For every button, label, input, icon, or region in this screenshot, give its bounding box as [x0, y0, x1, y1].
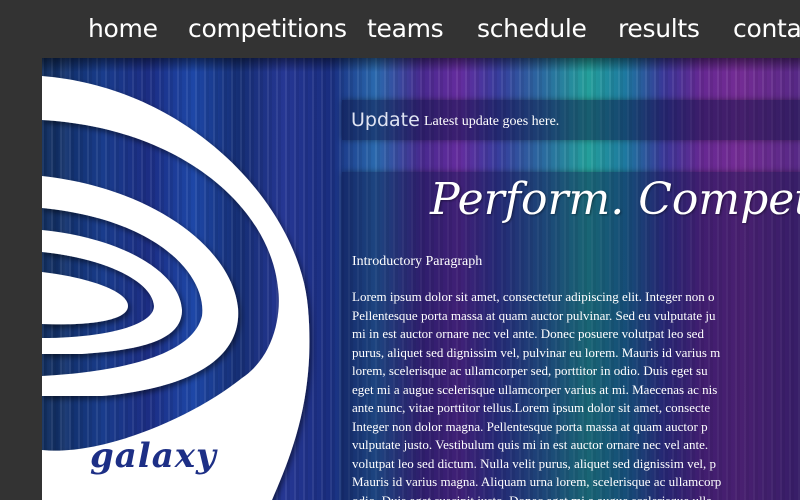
nav-item-schedule[interactable]: schedule: [477, 14, 587, 43]
paragraph-line: eget mi a augue scelerisque ullamcorper …: [352, 381, 718, 397]
logo-text: galaxy: [90, 436, 217, 476]
nav-item-results[interactable]: results: [618, 14, 700, 43]
intro-paragraph: Lorem ipsum dolor sit amet, consectetur …: [352, 288, 800, 500]
paragraph-line: lorem, scelerisque ac ullamcorper sed, p…: [352, 363, 708, 378]
paragraph-line: purus, aliquet sed dignissim vel, pulvin…: [352, 344, 721, 360]
nav-item-teams[interactable]: teams: [367, 14, 444, 43]
galaxy-logo-icon: [42, 76, 310, 500]
update-title: Update: [351, 109, 420, 131]
paragraph-line: Integer non dolor magna. Pellentesque po…: [352, 418, 708, 434]
top-navigation: home competitions teams schedule results…: [0, 0, 800, 58]
paragraph-line: volutpat leo sed dictum. Nulla velit pur…: [352, 455, 716, 471]
nav-item-competitions[interactable]: competitions: [188, 14, 347, 43]
intro-heading: Introductory Paragraph: [352, 254, 483, 269]
paragraph-line: vulputate justo. Vestibulum quis mi in e…: [352, 437, 709, 452]
nav-item-home[interactable]: home: [88, 14, 158, 43]
nav-item-contact[interactable]: conta: [733, 14, 800, 43]
paragraph-line: ante nunc, vitae porttitor tellus.Lorem …: [352, 400, 711, 415]
update-box: Update Latest update goes here.: [342, 100, 800, 140]
update-text: Latest update goes here.: [424, 114, 560, 129]
paragraph-line: mi in est auctor ornare nec vel ante. Do…: [352, 326, 704, 341]
paragraph-line: Mauris id varius magna. Aliquam urna lor…: [352, 474, 722, 489]
main-panel: galaxy Update Latest update goes here. P…: [42, 58, 800, 500]
paragraph-line: odio. Duis eget suscipit justo. Donec eg…: [352, 492, 712, 500]
tagline: Perform. Compete. Ex: [430, 174, 800, 225]
paragraph-line: Lorem ipsum dolor sit amet, consectetur …: [352, 289, 715, 304]
paragraph-line: Pellentesque porta massa at quam auctor …: [352, 307, 716, 323]
content-box: Perform. Compete. Ex Introductory Paragr…: [342, 172, 800, 500]
